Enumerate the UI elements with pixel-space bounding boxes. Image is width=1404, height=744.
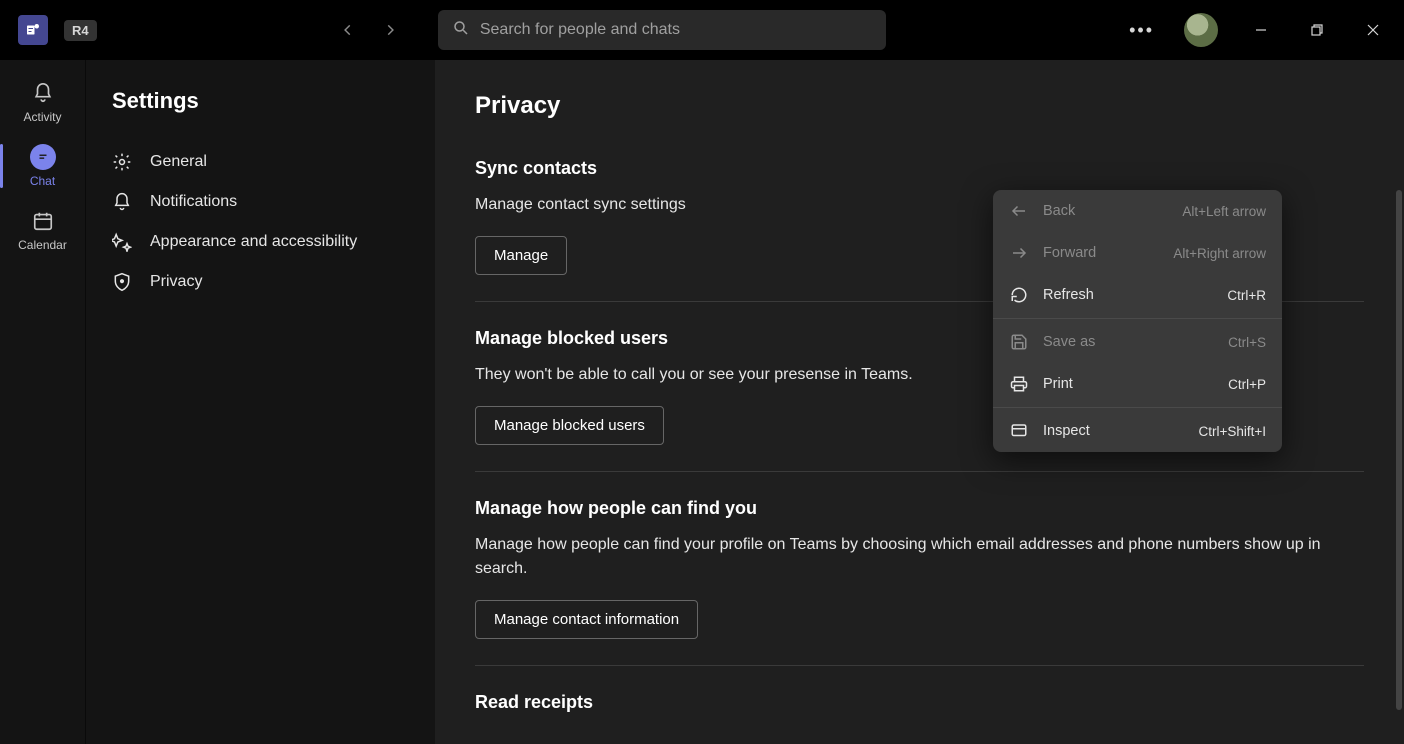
manage-contact-info-button[interactable]: Manage contact information <box>475 600 698 639</box>
minimize-button[interactable] <box>1238 13 1284 47</box>
context-label: Inspect <box>1043 423 1184 439</box>
title-bar: R4 ••• <box>0 0 1404 60</box>
context-save-as: Save as Ctrl+S <box>993 321 1282 363</box>
gear-icon <box>112 152 132 172</box>
avatar[interactable] <box>1184 13 1218 47</box>
rail-item-activity[interactable]: Activity <box>0 70 85 134</box>
context-menu: Back Alt+Left arrow Forward Alt+Right ar… <box>993 190 1282 452</box>
chat-icon <box>30 144 56 170</box>
context-label: Save as <box>1043 334 1214 350</box>
arrow-left-icon <box>1009 201 1029 221</box>
context-label: Forward <box>1043 245 1159 261</box>
shield-icon <box>112 272 132 292</box>
rail-item-chat[interactable]: Chat <box>0 134 85 198</box>
bell-icon <box>112 192 132 212</box>
more-options-button[interactable]: ••• <box>1119 14 1164 47</box>
app-icon <box>18 15 48 45</box>
separator <box>993 318 1282 319</box>
settings-sidebar: Settings General Notifications Appearanc… <box>85 60 435 744</box>
bell-icon <box>30 80 56 106</box>
search-bar[interactable] <box>438 10 886 50</box>
section-find-you: Manage how people can find you Manage ho… <box>475 498 1364 667</box>
section-read-receipts: Read receipts <box>475 692 1364 744</box>
context-shortcut: Ctrl+R <box>1227 288 1266 303</box>
back-button[interactable] <box>330 12 366 48</box>
arrow-right-icon <box>1009 243 1029 263</box>
org-badge: R4 <box>64 20 97 41</box>
separator <box>993 407 1282 408</box>
section-desc: Manage how people can find your profile … <box>475 533 1364 583</box>
context-label: Print <box>1043 376 1214 392</box>
refresh-icon <box>1009 285 1029 305</box>
rail-label: Activity <box>23 110 61 124</box>
maximize-button[interactable] <box>1294 13 1340 47</box>
context-label: Back <box>1043 203 1168 219</box>
context-back: Back Alt+Left arrow <box>993 190 1282 232</box>
sidebar-title: Settings <box>112 88 415 114</box>
search-input[interactable] <box>480 21 872 39</box>
sidebar-item-label: General <box>150 153 207 171</box>
context-forward: Forward Alt+Right arrow <box>993 232 1282 274</box>
sparkle-icon <box>112 232 132 252</box>
rail-label: Chat <box>30 174 55 188</box>
context-inspect[interactable]: Inspect Ctrl+Shift+I <box>993 410 1282 452</box>
section-title: Manage how people can find you <box>475 498 1364 519</box>
section-title: Read receipts <box>475 692 1364 713</box>
scrollbar[interactable] <box>1396 190 1402 710</box>
context-shortcut: Alt+Left arrow <box>1182 204 1266 219</box>
section-title: Sync contacts <box>475 158 1364 179</box>
manage-sync-button[interactable]: Manage <box>475 236 567 275</box>
sidebar-item-privacy[interactable]: Privacy <box>108 262 415 302</box>
context-shortcut: Ctrl+Shift+I <box>1198 424 1266 439</box>
search-icon <box>452 19 470 42</box>
sidebar-item-notifications[interactable]: Notifications <box>108 182 415 222</box>
rail-item-calendar[interactable]: Calendar <box>0 198 85 262</box>
sidebar-item-label: Notifications <box>150 193 237 211</box>
rail-label: Calendar <box>18 238 67 252</box>
context-shortcut: Ctrl+S <box>1228 335 1266 350</box>
manage-blocked-button[interactable]: Manage blocked users <box>475 406 664 445</box>
sidebar-item-label: Privacy <box>150 273 202 291</box>
save-icon <box>1009 332 1029 352</box>
context-print[interactable]: Print Ctrl+P <box>993 363 1282 405</box>
calendar-icon <box>30 208 56 234</box>
sidebar-item-label: Appearance and accessibility <box>150 233 357 251</box>
sidebar-item-general[interactable]: General <box>108 142 415 182</box>
app-rail: Activity Chat Calendar <box>0 60 85 744</box>
context-label: Refresh <box>1043 287 1213 303</box>
forward-button[interactable] <box>372 12 408 48</box>
context-shortcut: Alt+Right arrow <box>1173 246 1266 261</box>
sidebar-item-appearance[interactable]: Appearance and accessibility <box>108 222 415 262</box>
inspect-icon <box>1009 421 1029 441</box>
page-title: Privacy <box>475 92 1364 120</box>
context-refresh[interactable]: Refresh Ctrl+R <box>993 274 1282 316</box>
context-shortcut: Ctrl+P <box>1228 377 1266 392</box>
close-button[interactable] <box>1350 13 1396 47</box>
print-icon <box>1009 374 1029 394</box>
